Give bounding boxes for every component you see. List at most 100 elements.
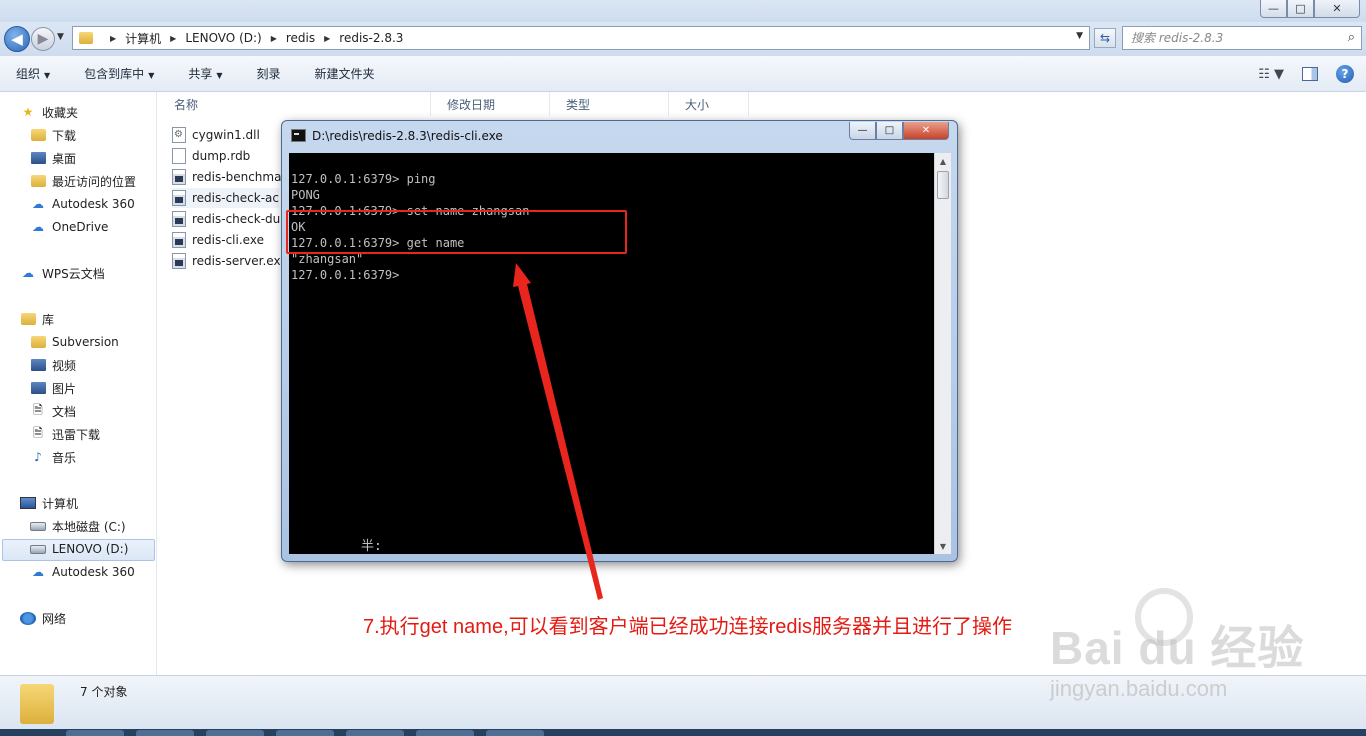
minimize-button[interactable]: —: [1260, 0, 1287, 18]
exe-file-icon: [172, 190, 186, 206]
nav-label: 图片: [52, 381, 77, 396]
file-row[interactable]: cygwin1.dll: [172, 125, 260, 145]
view-options-icon[interactable]: ☷ ▼: [1258, 67, 1284, 82]
nav-label: LENOVO (D:): [52, 542, 129, 556]
nav-onedrive[interactable]: ☁ OneDrive: [30, 217, 108, 237]
chevron-right-icon[interactable]: ▶: [170, 34, 176, 43]
nav-music[interactable]: ♪ 音乐: [30, 447, 76, 467]
console-line: 127.0.0.1:6379>: [291, 268, 400, 282]
column-header-modified[interactable]: 修改日期: [431, 92, 550, 116]
baidu-jingyan-watermark: Bai du 经验: [1050, 622, 1305, 674]
recent-pages-dropdown[interactable]: ▼: [57, 32, 64, 42]
organize-button[interactable]: 组织 ▼: [8, 63, 58, 84]
file-row[interactable]: dump.rdb: [172, 146, 250, 166]
file-row[interactable]: redis-server.ex: [172, 251, 281, 271]
music-note-icon: ♪: [34, 450, 42, 464]
share-button[interactable]: 共享 ▼: [180, 63, 230, 84]
dll-file-icon: [172, 127, 186, 143]
nav-documents[interactable]: 🗎 文档: [30, 401, 76, 421]
nav-videos[interactable]: 视频: [30, 355, 76, 375]
preview-pane-icon[interactable]: [1302, 67, 1318, 81]
subversion-icon: [30, 336, 46, 348]
column-header-size[interactable]: 大小: [669, 92, 749, 116]
breadcrumb-redis[interactable]: redis: [286, 31, 315, 45]
nav-computer[interactable]: 计算机: [20, 493, 78, 513]
file-name: cygwin1.dll: [192, 128, 260, 142]
help-icon[interactable]: ?: [1336, 65, 1354, 83]
taskbar-item[interactable]: [66, 730, 124, 736]
file-row[interactable]: redis-check-ac: [172, 188, 279, 208]
wps-cloud-icon: ☁: [22, 266, 34, 280]
maximize-button[interactable]: □: [1287, 0, 1314, 18]
window-controls: — □ ✕: [1260, 0, 1360, 18]
nav-favorites[interactable]: ★ 收藏夹: [20, 102, 78, 122]
refresh-button[interactable]: ⇆: [1094, 28, 1116, 48]
close-button[interactable]: ✕: [1314, 0, 1360, 18]
new-folder-button[interactable]: 新建文件夹: [307, 63, 383, 84]
file-row[interactable]: redis-check-du: [172, 209, 280, 229]
nav-desktop[interactable]: 桌面: [30, 148, 76, 168]
search-box[interactable]: ⌕: [1122, 26, 1362, 50]
search-icon[interactable]: ⌕: [1348, 30, 1355, 45]
caret-down-icon: ▼: [148, 71, 155, 80]
nav-network[interactable]: 网络: [20, 608, 66, 628]
nav-label: 计算机: [42, 496, 79, 511]
nav-subversion[interactable]: Subversion: [30, 332, 119, 352]
nav-autodesk-360-2[interactable]: ☁ Autodesk 360: [30, 562, 135, 582]
cmd-close-button[interactable]: ✕: [903, 122, 949, 140]
forward-button[interactable]: ▶: [31, 27, 55, 51]
nav-label: Autodesk 360: [52, 197, 135, 211]
chevron-right-icon[interactable]: ▶: [324, 34, 330, 43]
include-library-button[interactable]: 包含到库中 ▼: [76, 63, 162, 84]
breadcrumb-redis-version[interactable]: redis-2.8.3: [339, 31, 403, 45]
taskbar-item[interactable]: [346, 730, 404, 736]
explorer-titlebar: — □ ✕: [0, 0, 1366, 22]
nav-label: 桌面: [52, 151, 77, 166]
downloads-folder-icon: [30, 129, 46, 141]
nav-autodesk-360[interactable]: ☁ Autodesk 360: [30, 194, 135, 214]
nav-wps-cloud[interactable]: ☁ WPS云文档: [20, 263, 105, 283]
back-button[interactable]: ◀: [4, 26, 30, 52]
nav-label: 下载: [52, 128, 77, 143]
nav-label: Autodesk 360: [52, 565, 135, 579]
nav-xunlei-downloads[interactable]: 🗎 迅雷下载: [30, 424, 100, 444]
file-row[interactable]: redis-benchma: [172, 167, 281, 187]
taskbar-item[interactable]: [136, 730, 194, 736]
chevron-right-icon[interactable]: ▶: [271, 34, 277, 43]
file-row[interactable]: redis-cli.exe: [172, 230, 264, 250]
taskbar-item[interactable]: [486, 730, 544, 736]
breadcrumb-computer[interactable]: 计算机: [125, 30, 161, 47]
taskbar-item[interactable]: [206, 730, 264, 736]
redis-cli-window[interactable]: D:\redis\redis-2.8.3\redis-cli.exe — □ ✕…: [281, 120, 958, 562]
taskbar: [0, 729, 1366, 736]
chevron-right-icon[interactable]: ▶: [110, 34, 116, 43]
cmd-maximize-button[interactable]: □: [876, 122, 903, 140]
nav-pictures[interactable]: 图片: [30, 378, 76, 398]
taskbar-item[interactable]: [276, 730, 334, 736]
nav-downloads[interactable]: 下载: [30, 125, 76, 145]
nav-label: Subversion: [52, 335, 119, 349]
nav-local-disk-c[interactable]: 本地磁盘 (C:): [30, 516, 126, 536]
burn-button[interactable]: 刻录: [249, 63, 289, 84]
file-name: redis-benchma: [192, 170, 282, 184]
organize-label: 组织: [16, 67, 41, 81]
scroll-down-icon[interactable]: ▼: [935, 538, 951, 554]
xunlei-download-icon: 🗎: [33, 425, 43, 440]
nav-lenovo-d[interactable]: LENOVO (D:): [30, 539, 128, 559]
scrollbar-thumb[interactable]: [937, 171, 949, 199]
ime-indicator: 半:: [361, 539, 382, 554]
breadcrumb-drive[interactable]: LENOVO (D:): [185, 31, 261, 45]
nav-libraries[interactable]: 库: [20, 309, 54, 329]
column-header-name[interactable]: 名称: [158, 92, 431, 116]
include-library-label: 包含到库中: [84, 67, 145, 81]
column-header-type[interactable]: 类型: [550, 92, 669, 116]
console-scrollbar[interactable]: ▲ ▼: [934, 153, 951, 554]
search-input[interactable]: [1131, 31, 1331, 45]
chevron-down-icon[interactable]: ▼: [1076, 31, 1083, 41]
scroll-up-icon[interactable]: ▲: [935, 153, 951, 169]
address-bar[interactable]: ▶ 计算机 ▶ LENOVO (D:) ▶ redis ▶ redis-2.8.…: [72, 26, 1090, 50]
taskbar-item[interactable]: [416, 730, 474, 736]
nav-recent-places[interactable]: 最近访问的位置: [30, 171, 136, 191]
file-icon: [172, 148, 186, 164]
cmd-minimize-button[interactable]: —: [849, 122, 876, 140]
